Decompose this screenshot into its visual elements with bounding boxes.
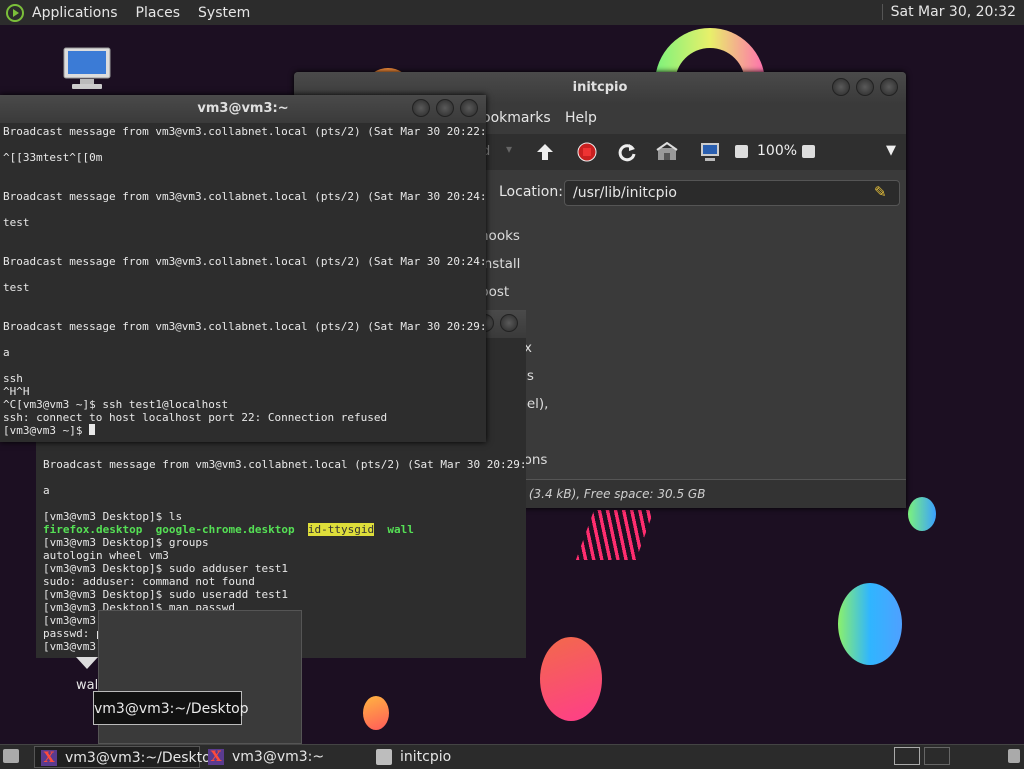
terminal-prompt[interactable]: [vm3@vm3 ~]$ <box>3 424 483 437</box>
list-item[interactable]: install <box>480 250 548 278</box>
close-button[interactable] <box>460 99 478 117</box>
menu-places[interactable]: Places <box>136 5 181 21</box>
zoom-in-icon[interactable] <box>802 145 815 158</box>
taskbar-item-file-manager[interactable]: initcpio <box>370 746 536 768</box>
top-panel: Applications Places System Sat Mar 30, 2… <box>0 0 1024 25</box>
zoom-level: 100% <box>757 143 798 159</box>
taskbar-item-label: initcpio <box>400 749 452 765</box>
menu-system[interactable]: System <box>198 5 250 21</box>
terminal-line: ^C[vm3@vm3 ~]$ ssh test1@localhost <box>3 398 229 411</box>
minimize-button[interactable] <box>412 99 430 117</box>
x-terminal-icon: X <box>208 749 224 765</box>
computer-icon[interactable] <box>699 141 721 163</box>
terminal-line: autologin wheel vm3 <box>43 549 169 562</box>
location-input[interactable]: /usr/lib/initcpio <box>564 180 900 206</box>
terminal-line: Broadcast message from vm3@vm3.collabnet… <box>3 190 486 203</box>
file-icon[interactable] <box>76 657 98 669</box>
terminal-line: ^[[33mtest^[[0m <box>3 151 103 164</box>
close-button[interactable] <box>500 314 518 332</box>
terminal-line: ssh <box>3 372 23 385</box>
wallpaper-blob <box>363 696 389 730</box>
maximize-button[interactable] <box>856 78 874 96</box>
ls-item: firefox.desktop <box>43 523 143 536</box>
taskbar-item-label: vm3@vm3:~/Desktop <box>65 750 220 766</box>
ls-item: google-chrome.desktop <box>155 523 295 536</box>
minimize-button[interactable] <box>832 78 850 96</box>
list-item[interactable]: post <box>480 278 548 306</box>
window-controls <box>832 78 898 96</box>
window-controls <box>412 99 478 117</box>
terminal-line: test <box>3 281 30 294</box>
cursor <box>89 424 96 435</box>
terminal-line: test <box>3 216 30 229</box>
clear-broom-icon[interactable]: ✎ <box>874 183 887 201</box>
wallpaper-blob <box>908 497 936 531</box>
distro-logo-icon[interactable] <box>6 3 24 22</box>
trash-icon[interactable] <box>1008 749 1020 763</box>
menu-bookmarks[interactable]: ookmarks <box>482 110 551 126</box>
wallpaper-blob <box>838 583 902 665</box>
terminal-line: Broadcast message from vm3@vm3.collabnet… <box>43 458 526 471</box>
workspace-switcher-2[interactable] <box>924 747 950 765</box>
menu-applications[interactable]: Applications <box>32 5 118 21</box>
terminal-line: Broadcast message from vm3@vm3.collabnet… <box>3 320 486 333</box>
terminal-line: [vm3@vm3 Desktop]$ sudo useradd test1 <box>43 588 289 601</box>
chevron-down-icon[interactable]: ▼ <box>886 143 896 158</box>
thumbnail-content <box>99 611 301 617</box>
chevron-down-icon[interactable]: ▾ <box>506 142 512 156</box>
computer-icon[interactable] <box>62 46 112 92</box>
terminal-line: ssh: connect to host localhost port 22: … <box>3 411 388 424</box>
taskbar-item-terminal-desktop[interactable]: X vm3@vm3:~/Desktop <box>34 746 220 768</box>
terminal-line: [vm3@vm3 Desktop]$ groups <box>43 536 209 549</box>
taskbar-item-terminal-home[interactable]: X vm3@vm3:~ <box>202 746 368 768</box>
wallpaper-stripes <box>575 510 655 560</box>
stop-icon[interactable] <box>576 141 598 163</box>
terminal-line: sudo: adduser: command not found <box>43 575 255 588</box>
show-desktop-icon[interactable] <box>3 749 19 763</box>
folder-icon <box>376 749 392 765</box>
home-icon[interactable] <box>656 142 678 162</box>
terminal-line: a <box>43 484 50 497</box>
menu-help[interactable]: Help <box>565 110 597 126</box>
terminal-line: [vm3@vm3 Desktop]$ sudo adduser test1 <box>43 562 289 575</box>
wallpaper-blob <box>540 637 602 721</box>
x-terminal-icon: X <box>41 750 57 766</box>
up-arrow-icon[interactable] <box>534 141 556 163</box>
close-button[interactable] <box>880 78 898 96</box>
ls-item: id-ttysgid <box>307 523 375 536</box>
taskbar-tooltip: vm3@vm3:~/Desktop <box>93 691 249 725</box>
maximize-button[interactable] <box>436 99 454 117</box>
terminal-line: Broadcast message from vm3@vm3.collabnet… <box>3 255 486 268</box>
zoom-out-icon[interactable] <box>735 145 748 158</box>
terminal-window-home[interactable]: vm3@vm3:~ Broadcast message from vm3@vm3… <box>0 95 486 442</box>
terminal-line: Broadcast message from vm3@vm3.collabnet… <box>3 125 486 138</box>
ls-item: wall <box>387 523 414 536</box>
location-label: Location: <box>499 184 563 200</box>
taskbar-item-label: vm3@vm3:~ <box>232 749 325 765</box>
terminal-line: [vm3@vm3 Desktop]$ ls <box>43 510 183 523</box>
terminal-output[interactable]: Broadcast message from vm3@vm3.collabnet… <box>0 123 486 439</box>
terminal-line: a <box>3 346 10 359</box>
bottom-taskbar: X vm3@vm3:~/Desktop X vm3@vm3:~ initcpio <box>0 744 1024 769</box>
workspace-switcher-1[interactable] <box>894 747 920 765</box>
clock[interactable]: Sat Mar 30, 20:32 <box>881 4 1016 20</box>
terminal-line: ^H^H <box>3 385 30 398</box>
list-item[interactable]: hooks <box>480 222 548 250</box>
status-text: ed (3.4 kB), Free space: 30.5 GB <box>510 487 706 501</box>
reload-icon[interactable] <box>616 141 638 163</box>
